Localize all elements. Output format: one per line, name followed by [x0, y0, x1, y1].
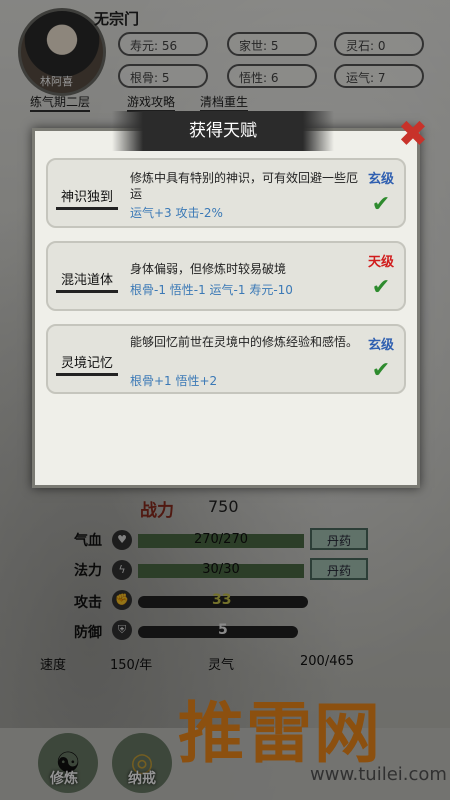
talent-desc: 修炼中具有特别的神识，可有效回避一些厄运 — [130, 171, 359, 201]
talent-effects: 根骨-1 悟性-1 运气-1 寿元-10 — [130, 283, 293, 297]
talent-effects: 运气+3 攻击-2% — [130, 206, 223, 220]
talent-name: 混沌道体 — [56, 269, 118, 293]
talent-grade: 玄级 — [368, 172, 395, 187]
talent-grade: 天级 — [368, 255, 395, 270]
talent-card[interactable]: 神识独到 修炼中具有特别的神识，可有效回避一些厄运 运气+3 攻击-2% 玄级 … — [46, 158, 406, 228]
check-icon[interactable]: ✔ — [366, 360, 396, 382]
talent-name: 灵境记忆 — [56, 352, 118, 376]
check-icon[interactable]: ✔ — [366, 277, 396, 299]
check-icon[interactable]: ✔ — [366, 194, 396, 216]
talent-effects: 根骨+1 悟性+2 — [130, 374, 218, 388]
talent-desc: 身体偏弱，但修炼时较易破境 — [130, 262, 287, 276]
dialog-title: 获得天赋 — [112, 111, 334, 151]
talent-card[interactable]: 灵境记忆 能够回忆前世在灵境中的修炼经验和感悟。 根骨+1 悟性+2 玄级 ✔ — [46, 324, 406, 394]
talent-grade: 玄级 — [368, 338, 395, 353]
close-icon[interactable]: ✖ — [396, 117, 430, 153]
talent-card[interactable]: 混沌道体 身体偏弱，但修炼时较易破境 根骨-1 悟性-1 运气-1 寿元-10 … — [46, 241, 406, 311]
talent-desc: 能够回忆前世在灵境中的修炼经验和感悟。 — [130, 335, 359, 349]
talent-name: 神识独到 — [56, 186, 118, 210]
